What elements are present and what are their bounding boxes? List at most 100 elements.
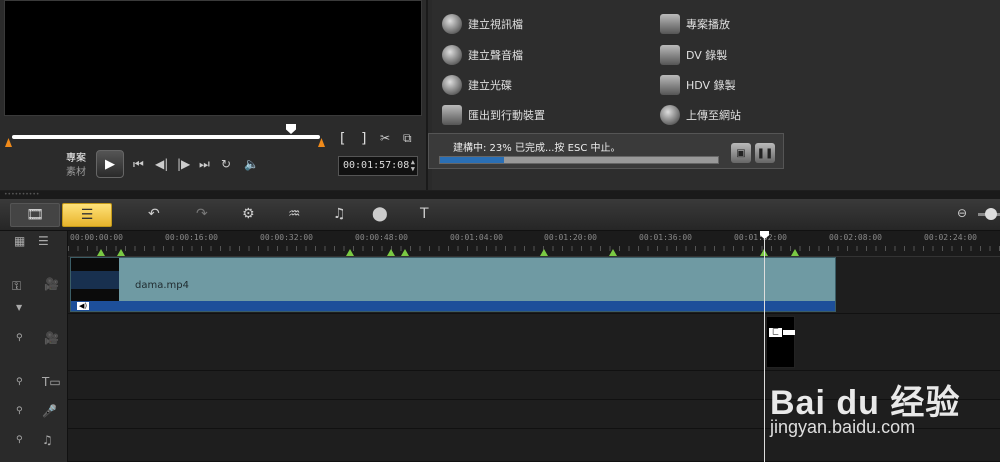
overlay-track-toggle-icon[interactable]: ⚲ <box>16 333 23 343</box>
volume-icon[interactable]: 🔈 <box>244 157 259 171</box>
storyboard-view-icon: 🎞 <box>26 207 44 223</box>
track-manager-icon[interactable]: ▦ <box>14 234 25 248</box>
voice-track-icon: 🎤 <box>42 404 57 418</box>
ruler-label: 00:01:36:00 <box>639 233 692 242</box>
trim-start-marker[interactable] <box>5 138 12 147</box>
redo-icon[interactable]: ↷ <box>196 206 208 222</box>
auto-music-icon[interactable]: ♫ <box>333 206 346 222</box>
disc-icon <box>442 75 462 95</box>
video-editor-app: [ ] ✂ ⧉ 專案 素材 ▶ ⏮ ◀| |▶ ⏭ ↻ 🔈 00:01:57:0… <box>0 0 1000 462</box>
render-progress-fill <box>440 157 504 163</box>
video-track-toggle-icon[interactable]: ⚿ <box>12 279 21 294</box>
zoom-out-icon[interactable]: ⊖ <box>957 206 967 220</box>
clip-name: dama.mp4 <box>135 280 189 291</box>
task-label: HDV 錄製 <box>686 79 736 92</box>
play-button[interactable]: ▶ <box>96 150 124 178</box>
ruler-label: 00:00:32:00 <box>260 233 313 242</box>
create-disc-button[interactable]: 建立光碟 <box>442 74 512 96</box>
timeline-toolbar: 🎞 ☰ ↶ ↷ ⚙ ♒ ♫ ⬤ T <box>0 199 1000 231</box>
home-icon[interactable]: ⏮ <box>133 157 144 172</box>
ruler-ticks <box>68 246 1000 251</box>
render-status-text: 建構中: 23% 已完成...按 ESC 中止。 <box>453 143 621 154</box>
title-track-icon: T▭ <box>42 375 61 389</box>
task-label: 專案播放 <box>686 18 730 31</box>
pause-icon: ❚❚ <box>756 147 774 159</box>
dv-recording-button[interactable]: DV 錄製 <box>660 44 727 66</box>
mode-project[interactable]: 專案 <box>66 152 86 166</box>
ruler-label: 00:00:00:00 <box>70 233 123 242</box>
end-icon[interactable]: ⏭ <box>199 157 210 172</box>
speaker-icon[interactable]: ◀) <box>77 302 89 310</box>
chapter-list-icon[interactable]: ☰ <box>38 234 49 248</box>
voice-track[interactable] <box>68 400 1000 429</box>
track-headers: ▦ ☰ ⚿ 🎥 ▼ ⚲ 🎥 ⚲ T▭ ⚲ 🎤 ⚲ ♫ <box>0 231 68 462</box>
voice-track-toggle-icon[interactable]: ⚲ <box>16 406 23 416</box>
ruler-label: 00:02:24:00 <box>924 233 977 242</box>
preview-window <box>4 0 422 116</box>
panel-resize-grip[interactable]: •••••••••• <box>0 191 1000 199</box>
globe-icon <box>660 105 680 125</box>
overlay-clip-bar <box>783 330 795 335</box>
create-audio-file-button[interactable]: 建立聲音檔 <box>442 44 523 66</box>
music-track-toggle-icon[interactable]: ⚲ <box>16 435 23 445</box>
video-track-icon: 🎥 <box>44 277 59 291</box>
ruler-label: 00:00:16:00 <box>165 233 218 242</box>
expand-track-icon[interactable]: ▼ <box>16 303 22 312</box>
time-ruler[interactable]: 00:00:00:00 00:00:16:00 00:00:32:00 00:0… <box>68 231 1000 257</box>
task-label: 建立光碟 <box>468 79 512 92</box>
export-mobile-button[interactable]: 匯出到行動裝置 <box>442 104 545 126</box>
video-clip[interactable]: dama.mp4 ◀) <box>70 257 836 312</box>
multi-trim-icon[interactable]: ⬤ <box>372 206 388 222</box>
title-icon[interactable]: T <box>420 206 429 222</box>
title-track-toggle-icon[interactable]: ⚲ <box>16 377 23 387</box>
overlay-track[interactable] <box>68 314 1000 371</box>
repeat-icon[interactable]: ↻ <box>221 157 231 171</box>
record-icon[interactable]: ⚙ <box>242 206 255 222</box>
title-track[interactable] <box>68 371 1000 400</box>
render-preview-toggle-button[interactable]: ▣ <box>731 143 751 163</box>
music-track[interactable] <box>68 429 1000 462</box>
clip-thumbnail <box>71 258 119 302</box>
project-playback-icon <box>660 14 680 34</box>
next-frame-icon[interactable]: |▶ <box>177 157 190 171</box>
dv-camera-icon <box>660 45 680 65</box>
render-progress-box: 建構中: 23% 已完成...按 ESC 中止。 ▣ ❚❚ <box>428 133 784 169</box>
audio-mixer-icon[interactable]: ♒ <box>288 206 301 222</box>
trim-end-marker[interactable] <box>318 138 325 147</box>
undo-icon[interactable]: ↶ <box>148 206 160 222</box>
preview-toggle-icon: ▣ <box>736 147 746 159</box>
render-pause-button[interactable]: ❚❚ <box>755 143 775 163</box>
ruler-label: 00:01:04:00 <box>450 233 503 242</box>
overlay-clip-marker: 匚 <box>769 328 782 337</box>
film-reel-icon <box>442 14 462 34</box>
timeline-view-button[interactable]: ☰ <box>62 203 112 227</box>
enlarge-preview-icon[interactable]: ⧉ <box>403 131 412 146</box>
upload-web-button[interactable]: 上傳至網站 <box>660 104 741 126</box>
scrubber-handle[interactable] <box>286 124 296 134</box>
timecode-spinner[interactable]: ▲ ▼ <box>411 159 415 173</box>
render-progress-bar <box>439 156 719 164</box>
task-label: 建立視訊檔 <box>468 18 523 31</box>
mark-out-button[interactable]: ] <box>360 131 368 147</box>
zoom-slider-knob[interactable] <box>985 208 997 220</box>
ruler-label: 00:00:48:00 <box>355 233 408 242</box>
play-icon: ▶ <box>105 156 115 172</box>
scrubber-track[interactable] <box>12 135 320 139</box>
player-panel: [ ] ✂ ⧉ 專案 素材 ▶ ⏮ ◀| |▶ ⏭ ↻ 🔈 00:01:57:0… <box>0 0 428 190</box>
mode-clip[interactable]: 素材 <box>66 166 86 180</box>
project-playback-button[interactable]: 專案播放 <box>660 13 730 35</box>
playhead-line <box>764 237 765 462</box>
create-video-file-button[interactable]: 建立視訊檔 <box>442 13 523 35</box>
split-clip-icon[interactable]: ✂ <box>380 131 390 145</box>
overlay-clip[interactable]: 匚 <box>766 316 795 368</box>
clip-audio-strip: ◀) <box>71 301 835 311</box>
mode-switch[interactable]: 專案 素材 <box>66 152 86 180</box>
timeline-view-icon: ☰ <box>80 207 94 223</box>
timecode-field[interactable]: 00:01:57:08 ▲ ▼ <box>338 156 418 176</box>
prev-frame-icon[interactable]: ◀| <box>155 157 168 171</box>
storyboard-view-button[interactable]: 🎞 <box>10 203 60 227</box>
hdv-recording-button[interactable]: HDV 錄製 <box>660 74 736 96</box>
mark-in-button[interactable]: [ <box>338 131 346 147</box>
overlay-track-icon: 🎥 <box>44 331 59 345</box>
music-track-icon: ♫ <box>42 433 53 447</box>
